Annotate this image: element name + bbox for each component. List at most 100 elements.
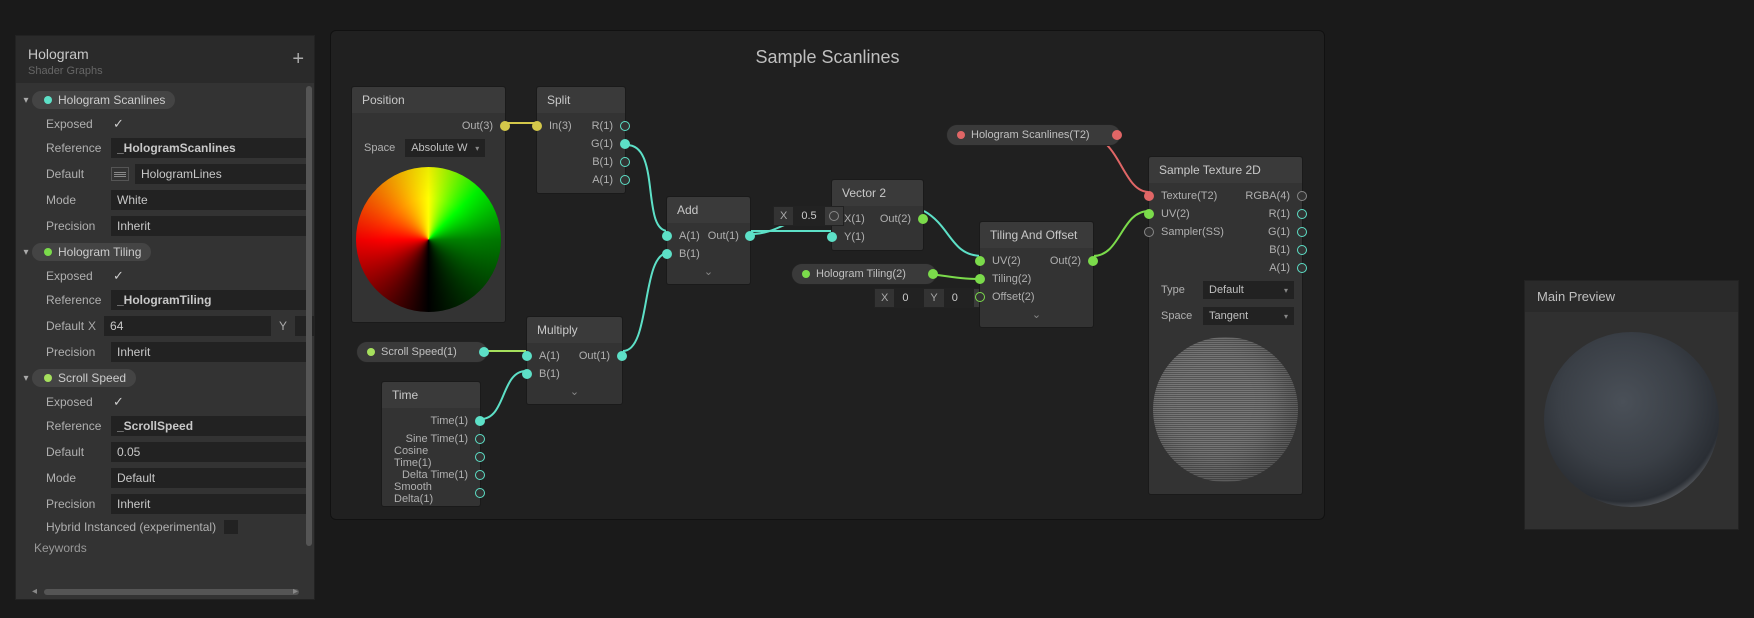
node-header[interactable]: Add bbox=[667, 197, 750, 223]
output-port[interactable] bbox=[918, 214, 928, 224]
node-add[interactable]: Add A(1)Out(1) B(1) ⌄ bbox=[666, 196, 751, 285]
field-label: Default bbox=[46, 319, 84, 333]
type-dot-icon bbox=[44, 374, 52, 382]
output-port[interactable] bbox=[475, 416, 485, 426]
reference-input[interactable] bbox=[111, 290, 306, 310]
mode-dropdown[interactable]: Default bbox=[111, 468, 306, 488]
property-row: Exposed ✓ bbox=[16, 265, 314, 287]
node-vector2[interactable]: Vector 2 X(1)Out(2) Y(1) bbox=[831, 179, 924, 251]
preview-sphere[interactable] bbox=[1544, 332, 1719, 507]
property-header-scroll[interactable]: ▾ Scroll Speed bbox=[16, 365, 314, 391]
reference-input[interactable] bbox=[111, 416, 306, 436]
property-header-tiling[interactable]: ▾ Hologram Tiling bbox=[16, 239, 314, 265]
property-row: Precision Inherit bbox=[16, 491, 314, 517]
precision-dropdown[interactable]: Inherit bbox=[111, 342, 306, 362]
space-dropdown[interactable]: Tangent▾ bbox=[1203, 307, 1294, 325]
mode-dropdown[interactable]: White bbox=[111, 190, 306, 210]
type-dot-icon bbox=[44, 248, 52, 256]
space-dropdown[interactable]: Absolute W▾ bbox=[405, 139, 485, 157]
property-chip-tiling[interactable]: Hologram Tiling(2) bbox=[791, 263, 937, 285]
output-port[interactable] bbox=[500, 121, 510, 131]
output-port[interactable] bbox=[475, 470, 485, 480]
node-time[interactable]: Time Time(1) Sine Time(1) Cosine Time(1)… bbox=[381, 381, 481, 507]
output-port[interactable] bbox=[617, 351, 627, 361]
node-header[interactable]: Time bbox=[382, 382, 480, 408]
checkbox-checked-icon[interactable]: ✓ bbox=[113, 116, 124, 132]
node-multiply[interactable]: Multiply A(1)Out(1) B(1) ⌄ bbox=[526, 316, 623, 405]
output-port[interactable] bbox=[475, 434, 485, 444]
scroll-right-icon[interactable]: ▸ bbox=[293, 586, 298, 597]
property-row: Mode White bbox=[16, 187, 314, 213]
property-row: Precision Inherit bbox=[16, 339, 314, 365]
inline-x-input[interactable]: X 0.5 bbox=[773, 206, 844, 226]
property-chip-scroll-speed[interactable]: Scroll Speed(1) bbox=[356, 341, 488, 363]
chevron-down-icon[interactable]: ⌄ bbox=[980, 306, 1093, 323]
connector-port[interactable] bbox=[829, 211, 839, 221]
output-port[interactable] bbox=[1112, 130, 1122, 140]
output-port[interactable] bbox=[620, 157, 630, 167]
output-port[interactable] bbox=[1297, 227, 1307, 237]
input-port[interactable] bbox=[975, 256, 985, 266]
output-port[interactable] bbox=[1297, 245, 1307, 255]
checkbox-checked-icon[interactable]: ✓ bbox=[113, 394, 124, 410]
output-port[interactable] bbox=[928, 269, 938, 279]
output-port[interactable] bbox=[1088, 256, 1098, 266]
node-sample-texture[interactable]: Sample Texture 2D Texture(T2)RGBA(4) UV(… bbox=[1148, 156, 1303, 495]
property-row: Reference bbox=[16, 413, 314, 439]
type-dropdown[interactable]: Default▾ bbox=[1203, 281, 1294, 299]
input-port[interactable] bbox=[827, 232, 837, 242]
input-port[interactable] bbox=[975, 274, 985, 284]
output-port[interactable] bbox=[479, 347, 489, 357]
checkbox-checked-icon[interactable]: ✓ bbox=[113, 268, 124, 284]
add-button[interactable]: + bbox=[292, 48, 304, 71]
input-port[interactable] bbox=[662, 231, 672, 241]
main-preview-panel[interactable]: Main Preview bbox=[1524, 280, 1739, 530]
input-port[interactable] bbox=[1144, 209, 1154, 219]
output-port[interactable] bbox=[620, 139, 630, 149]
vertical-scrollbar[interactable] bbox=[306, 86, 312, 546]
precision-dropdown[interactable]: Inherit bbox=[111, 494, 306, 514]
node-tiling-offset[interactable]: Tiling And Offset UV(2)Out(2) Tiling(2) … bbox=[979, 221, 1094, 328]
node-position[interactable]: Position Out(3) SpaceAbsolute W▾ bbox=[351, 86, 506, 323]
graph-canvas[interactable]: Sample Scanlines compare Position Out(3)… bbox=[330, 30, 1325, 520]
output-port[interactable] bbox=[475, 452, 485, 462]
node-header[interactable]: Tiling And Offset bbox=[980, 222, 1093, 248]
node-split[interactable]: Split In(3)R(1) G(1) B(1) A(1) bbox=[536, 86, 626, 194]
input-port[interactable] bbox=[975, 292, 985, 302]
node-header[interactable]: Multiply bbox=[527, 317, 622, 343]
horizontal-scrollbar[interactable] bbox=[44, 589, 299, 595]
property-row: Reference bbox=[16, 135, 314, 161]
reference-input[interactable] bbox=[111, 138, 306, 158]
node-header[interactable]: Position bbox=[352, 87, 505, 113]
input-port[interactable] bbox=[522, 369, 532, 379]
property-pill: Scroll Speed bbox=[32, 369, 136, 387]
input-port[interactable] bbox=[1144, 191, 1154, 201]
output-port[interactable] bbox=[1297, 263, 1307, 273]
property-header-scanlines[interactable]: ▾ Hologram Scanlines bbox=[16, 87, 314, 113]
input-port[interactable] bbox=[532, 121, 542, 131]
output-port[interactable] bbox=[620, 175, 630, 185]
chevron-down-icon[interactable]: ⌄ bbox=[527, 383, 622, 400]
texture-preview bbox=[1153, 337, 1298, 482]
input-port[interactable] bbox=[1144, 227, 1154, 237]
default-input[interactable] bbox=[111, 442, 306, 462]
chevron-down-icon[interactable]: ⌄ bbox=[667, 263, 750, 280]
default-input[interactable] bbox=[135, 164, 306, 184]
field-label: Reference bbox=[46, 293, 111, 307]
node-header[interactable]: Vector 2 bbox=[832, 180, 923, 206]
scroll-left-icon[interactable]: ◂ bbox=[32, 586, 37, 597]
property-chip-scanlines[interactable]: Hologram Scanlines(T2) bbox=[946, 124, 1121, 146]
output-port[interactable] bbox=[620, 121, 630, 131]
precision-dropdown[interactable]: Inherit bbox=[111, 216, 306, 236]
x-input[interactable] bbox=[104, 316, 271, 336]
node-header[interactable]: Split bbox=[537, 87, 625, 113]
input-port[interactable] bbox=[662, 249, 672, 259]
node-header[interactable]: Sample Texture 2D bbox=[1149, 157, 1302, 183]
inspector-title: Hologram bbox=[28, 46, 302, 62]
checkbox-unchecked[interactable] bbox=[224, 520, 238, 534]
input-port[interactable] bbox=[522, 351, 532, 361]
output-port[interactable] bbox=[1297, 191, 1307, 201]
output-port[interactable] bbox=[745, 231, 755, 241]
output-port[interactable] bbox=[1297, 209, 1307, 219]
output-port[interactable] bbox=[475, 488, 485, 498]
